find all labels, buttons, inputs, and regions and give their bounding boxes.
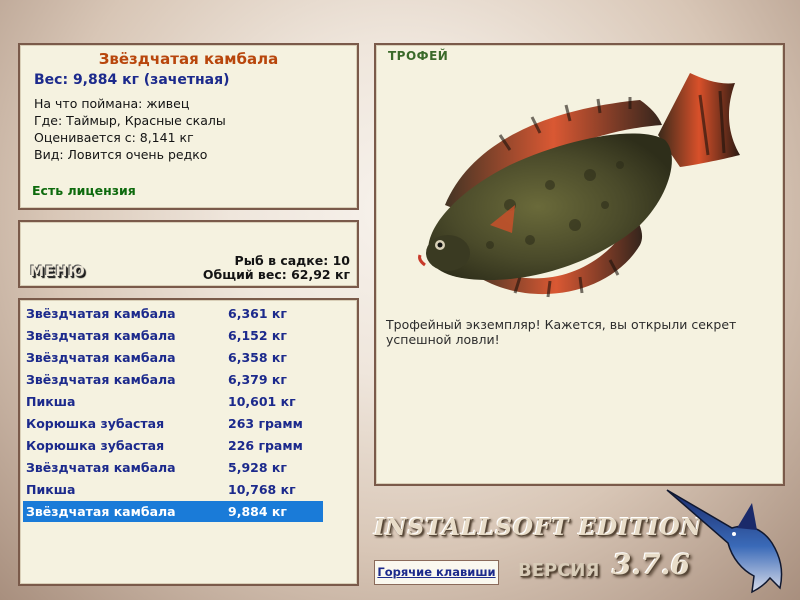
species-line: Вид: Ловится очень редко xyxy=(34,147,208,162)
catch-list-row[interactable]: Звёздчатая камбала 6,379 кг xyxy=(23,369,323,390)
catch-list-row[interactable]: Пикша 10,768 кг xyxy=(23,479,323,500)
catch-list-row[interactable]: Звёздчатая камбала 6,361 кг xyxy=(23,303,323,324)
catch-fish-weight: 5,928 кг xyxy=(228,460,287,475)
catch-fish-name: Пикша xyxy=(26,394,76,409)
catch-fish-weight: 226 грамм xyxy=(228,438,303,453)
catch-fish-name: Звёздчатая камбала xyxy=(26,504,176,519)
catch-fish-name: Звёздчатая камбала xyxy=(26,372,176,387)
catch-fish-weight: 6,379 кг xyxy=(228,372,287,387)
catch-fish-name: Пикша xyxy=(26,482,76,497)
fish-info-panel: Звёздчатая камбала Вес: 9,884 кг (зачетн… xyxy=(18,43,359,210)
cage-summary: Рыб в садке: 10 Общий вес: 62,92 кг xyxy=(203,254,350,282)
catch-list: Звёздчатая камбала 6,361 кг Звёздчатая кам… xyxy=(18,298,359,586)
license-status: Есть лицензия xyxy=(32,183,136,198)
menu-button[interactable]: МЕНЮ xyxy=(30,264,86,280)
catch-list-row[interactable]: Звёздчатая камбала 5,928 кг xyxy=(23,457,323,478)
bait-line: На что поймана: живец xyxy=(34,96,190,111)
catch-list-row[interactable]: Корюшка зубастая 263 грамм xyxy=(23,413,323,434)
fish-in-cage-count: Рыб в садке: 10 xyxy=(234,253,350,268)
brand-logo-text: INSTALLSOFT EDITION xyxy=(374,514,703,541)
catch-list-row[interactable]: Звёздчатая камбала 6,358 кг xyxy=(23,347,323,368)
catch-fish-weight: 6,361 кг xyxy=(228,306,287,321)
catch-fish-name: Звёздчатая камбала xyxy=(26,328,176,343)
catch-list-row[interactable]: Пикша 10,601 кг xyxy=(23,391,323,412)
catch-fish-weight: 263 грамм xyxy=(228,416,303,431)
catch-list-row[interactable]: Звёздчатая камбала 6,152 кг xyxy=(23,325,323,346)
menu-panel: МЕНЮ Рыб в садке: 10 Общий вес: 62,92 кг xyxy=(18,220,359,288)
catch-fish-name: Звёздчатая камбала xyxy=(26,350,176,365)
starry-flounder-image xyxy=(418,73,740,298)
catch-fish-name: Звёздчатая камбала xyxy=(26,460,176,475)
marlin-logo xyxy=(666,489,783,594)
catch-fish-weight: 6,358 кг xyxy=(228,350,287,365)
cage-total-weight: Общий вес: 62,92 кг xyxy=(202,267,350,282)
location-line: Где: Таймыр, Красные скалы xyxy=(34,113,226,128)
catch-fish-name: Корюшка зубастая xyxy=(26,416,165,431)
trophy-panel: ТРОФЕЙ Трофейный экземпляр! Кажется, вы … xyxy=(374,43,785,486)
valued-line: Оценивается с: 8,141 кг xyxy=(34,130,194,145)
trophy-description: Трофейный экземпляр! Кажется, вы открыли… xyxy=(386,317,737,347)
catch-list-row[interactable]: Звёздчатая камбала 9,884 кг xyxy=(23,501,323,522)
fish-weight: Вес: 9,884 кг (зачетная) xyxy=(34,72,230,88)
catch-fish-name: Корюшка зубастая xyxy=(26,438,165,453)
catch-fish-weight: 9,884 кг xyxy=(228,504,287,519)
version-label: ВЕРСИЯ xyxy=(518,560,600,581)
catch-fish-weight: 6,152 кг xyxy=(228,328,287,343)
fish-name: Звёздчатая камбала xyxy=(98,50,279,68)
catch-fish-name: Звёздчатая камбала xyxy=(26,306,176,321)
catch-fish-weight: 10,768 кг xyxy=(228,482,296,497)
catch-fish-weight: 10,601 кг xyxy=(228,394,296,409)
catch-list-row[interactable]: Корюшка зубастая 226 грамм xyxy=(23,435,323,456)
hotkeys-button[interactable]: Горячие клавиши xyxy=(374,560,499,585)
